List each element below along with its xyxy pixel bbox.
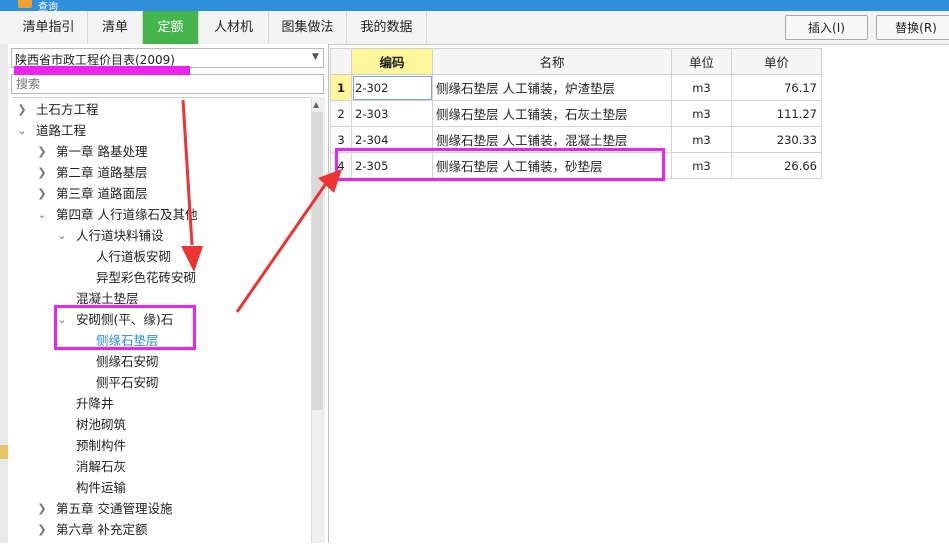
annotation-arrows — [181, 99, 342, 313]
arrow-down-icon — [181, 99, 203, 272]
arrow-up-right-icon — [235, 169, 342, 313]
